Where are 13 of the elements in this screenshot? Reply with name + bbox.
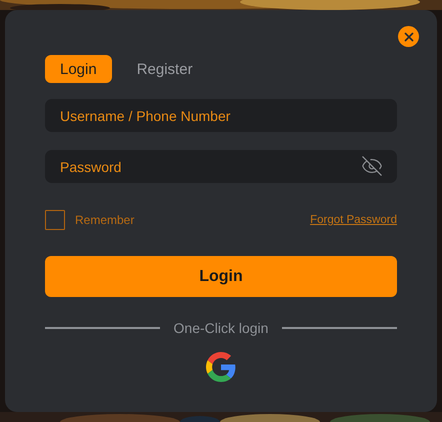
username-field[interactable]: Username / Phone Number bbox=[45, 99, 397, 132]
forgot-password-link[interactable]: Forgot Password bbox=[310, 214, 397, 226]
password-field[interactable]: Password bbox=[45, 150, 397, 183]
eye-off-icon[interactable] bbox=[361, 155, 383, 177]
google-logo-icon[interactable] bbox=[206, 352, 236, 382]
tab[interactable]: Register bbox=[122, 55, 208, 83]
close-icon bbox=[402, 30, 416, 44]
divider-label: One-Click login bbox=[174, 320, 268, 336]
login-button[interactable]: Login bbox=[45, 256, 397, 297]
checkbox-label: Remember bbox=[75, 213, 134, 227]
checkbox[interactable] bbox=[45, 210, 65, 230]
tab[interactable]: Login bbox=[45, 55, 112, 83]
close-button[interactable] bbox=[398, 26, 419, 47]
